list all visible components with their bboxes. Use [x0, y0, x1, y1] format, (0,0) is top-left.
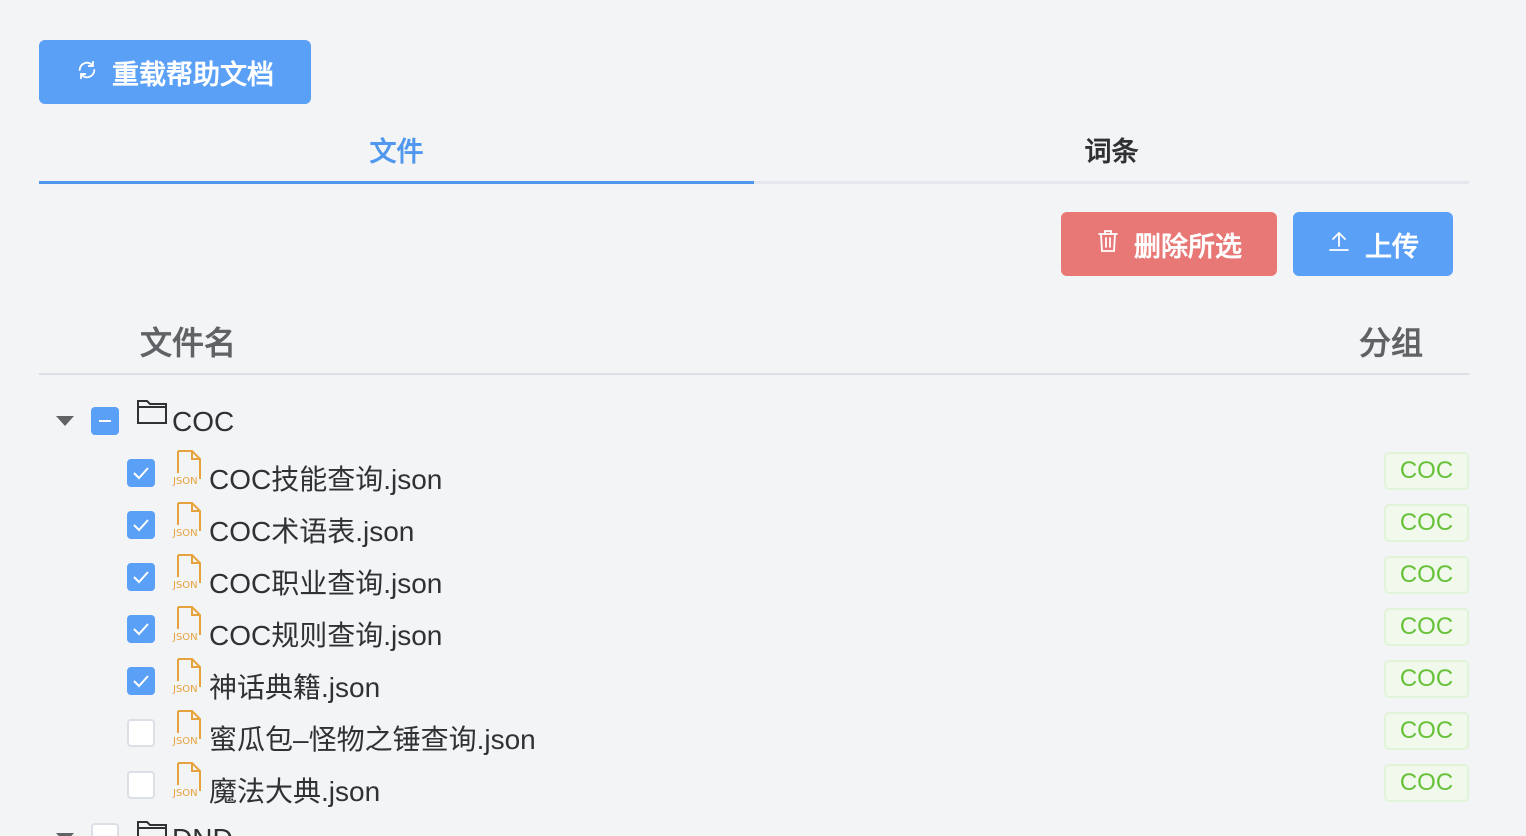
- file-label: 魔法大典.json: [209, 776, 381, 807]
- group-tag: COC: [1384, 452, 1469, 490]
- delete-button-label: 删除所选: [1134, 231, 1242, 262]
- group-tag: COC: [1384, 504, 1469, 542]
- tree-folder-row-coc[interactable]: COC: [39, 396, 1469, 448]
- file-checkbox[interactable]: [127, 459, 155, 487]
- svg-text:JSON: JSON: [172, 528, 198, 539]
- file-label: COC技能查询.json: [209, 464, 443, 495]
- reload-help-docs-button[interactable]: 重载帮助文档: [39, 40, 311, 104]
- group-tag: COC: [1384, 556, 1469, 594]
- folder-icon: [136, 818, 168, 836]
- json-file-icon: JSON: [172, 449, 204, 492]
- json-file-icon: JSON: [172, 501, 204, 544]
- json-file-icon: JSON: [172, 709, 204, 752]
- column-header-group: 分组: [1358, 325, 1423, 361]
- group-tag: COC: [1384, 660, 1469, 698]
- tree-folder-row-dnd[interactable]: DND: [39, 813, 1469, 836]
- svg-text:JSON: JSON: [172, 736, 198, 747]
- tab-entries-label: 词条: [1084, 137, 1139, 167]
- tree-file-row[interactable]: JSON 神话典籍.json COC: [39, 657, 1469, 709]
- svg-text:JSON: JSON: [172, 580, 198, 591]
- file-checkbox[interactable]: [127, 771, 155, 799]
- folder-label: COC: [172, 406, 235, 437]
- tree-file-row[interactable]: JSON COC技能查询.json COC: [39, 449, 1469, 501]
- tab-entries[interactable]: 词条: [754, 118, 1469, 181]
- svg-text:JSON: JSON: [172, 684, 198, 695]
- file-label: 神话典籍.json: [209, 672, 381, 703]
- folder-icon: [136, 397, 168, 430]
- upload-icon: [1327, 229, 1351, 260]
- group-tag: COC: [1384, 712, 1469, 750]
- delete-selected-button[interactable]: 删除所选: [1061, 212, 1277, 276]
- trash-icon: [1096, 228, 1120, 261]
- svg-text:JSON: JSON: [172, 788, 198, 799]
- file-checkbox[interactable]: [127, 563, 155, 591]
- json-file-icon: JSON: [172, 657, 204, 700]
- svg-text:JSON: JSON: [172, 476, 198, 487]
- tab-bar: 文件 词条: [39, 118, 1469, 184]
- upload-button[interactable]: 上传: [1293, 212, 1453, 276]
- column-header-filename: 文件名: [140, 325, 237, 361]
- folder-label: DND: [172, 823, 233, 836]
- file-label: COC职业查询.json: [209, 568, 443, 599]
- tree-file-row[interactable]: JSON 魔法大典.json COC: [39, 761, 1469, 813]
- svg-text:JSON: JSON: [172, 632, 198, 643]
- folder-checkbox-dnd[interactable]: [91, 823, 119, 836]
- caret-down-icon[interactable]: [56, 416, 74, 426]
- file-label: COC术语表.json: [209, 516, 415, 547]
- tree-file-row[interactable]: JSON COC术语表.json COC: [39, 501, 1469, 553]
- file-checkbox[interactable]: [127, 719, 155, 747]
- json-file-icon: JSON: [172, 553, 204, 596]
- file-label: 蜜瓜包–怪物之锤查询.json: [209, 724, 536, 755]
- reload-button-label: 重载帮助文档: [112, 59, 274, 90]
- table-header: 文件名 分组: [39, 304, 1469, 375]
- tab-files[interactable]: 文件: [39, 118, 754, 184]
- folder-checkbox-coc[interactable]: [91, 407, 119, 435]
- upload-button-label: 上传: [1365, 231, 1419, 262]
- json-file-icon: JSON: [172, 605, 204, 648]
- json-file-icon: JSON: [172, 761, 204, 804]
- tab-files-label: 文件: [369, 137, 424, 167]
- tree-file-row[interactable]: JSON COC职业查询.json COC: [39, 553, 1469, 605]
- group-tag: COC: [1384, 608, 1469, 646]
- file-label: COC规则查询.json: [209, 620, 443, 651]
- group-tag: COC: [1384, 764, 1469, 802]
- file-checkbox[interactable]: [127, 615, 155, 643]
- refresh-icon: [76, 57, 98, 88]
- tree-file-row[interactable]: JSON 蜜瓜包–怪物之锤查询.json COC: [39, 709, 1469, 761]
- file-checkbox[interactable]: [127, 511, 155, 539]
- tree-file-row[interactable]: JSON COC规则查询.json COC: [39, 605, 1469, 657]
- file-checkbox[interactable]: [127, 667, 155, 695]
